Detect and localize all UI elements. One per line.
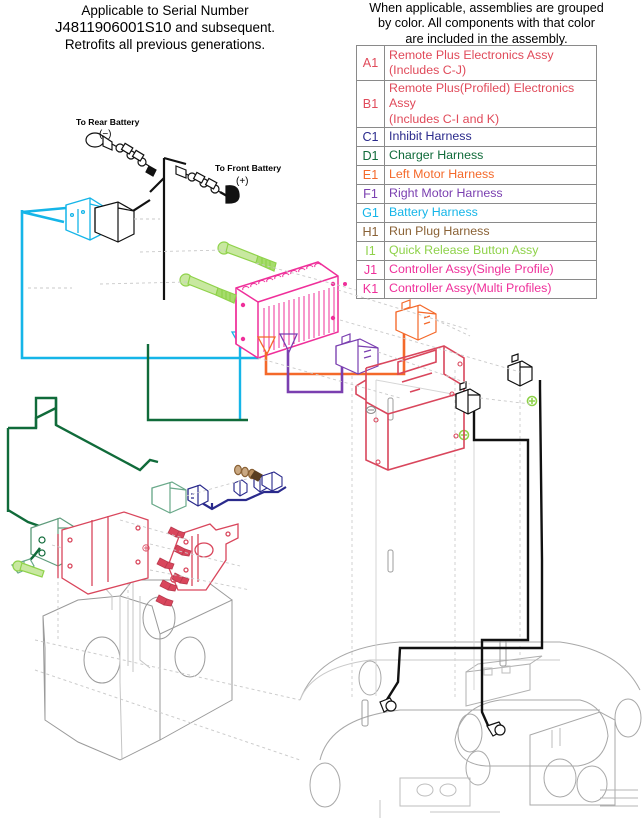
charger-harness-boot <box>141 330 156 346</box>
left-motor-connector-orange <box>395 299 437 341</box>
quick-release-button-1 <box>217 241 277 272</box>
quick-release-button-2 <box>179 273 237 304</box>
bracket-washer-gray <box>365 405 377 415</box>
mounting-plate-red-left <box>57 511 149 595</box>
charger-connector <box>151 481 187 514</box>
rear-battery-label: To Rear Battery <box>76 117 140 127</box>
inhibit-connector-a <box>187 484 209 507</box>
motor-connector-black-1 <box>455 381 481 415</box>
rear-battery-terminal <box>85 132 157 177</box>
rear-motor-chassis-illustration <box>299 370 642 818</box>
charger-harness-path2 <box>34 406 57 428</box>
right-motor-harness-purple <box>286 350 344 394</box>
exploded-assembly-drawing: To Rear Battery (−) To Front Battery (+) <box>0 0 643 819</box>
rear-battery-polarity: (−) <box>99 129 112 140</box>
front-battery-label: To Front Battery <box>215 163 281 173</box>
motor-terminal-bottom-2 <box>379 697 397 713</box>
battery-cable-connector-black <box>94 201 135 243</box>
front-battery-polarity: (+) <box>236 176 249 187</box>
run-plug-harness-brown <box>234 464 263 482</box>
motor-terminal-bottom-1 <box>486 721 506 737</box>
motor-cable-black-right <box>381 380 544 707</box>
battery-harness-cyan <box>20 206 260 360</box>
charger-harness-green <box>6 344 248 530</box>
controller-assembly <box>235 261 339 359</box>
motor-connector-black-2 <box>507 353 533 387</box>
